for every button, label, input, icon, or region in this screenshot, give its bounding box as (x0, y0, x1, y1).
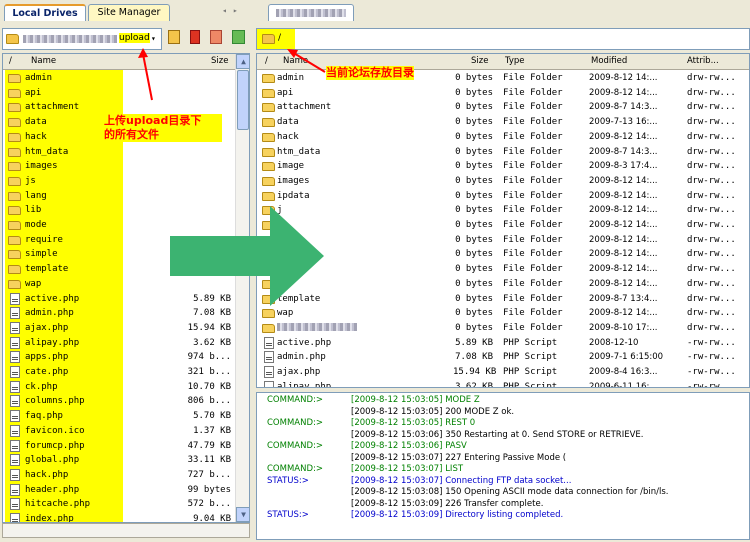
right-annotation: 当前论坛存放目录 (326, 66, 414, 80)
left-annotation: 上传upload目录下 的所有文件 (104, 114, 222, 142)
annotation-arrows (138, 48, 326, 101)
